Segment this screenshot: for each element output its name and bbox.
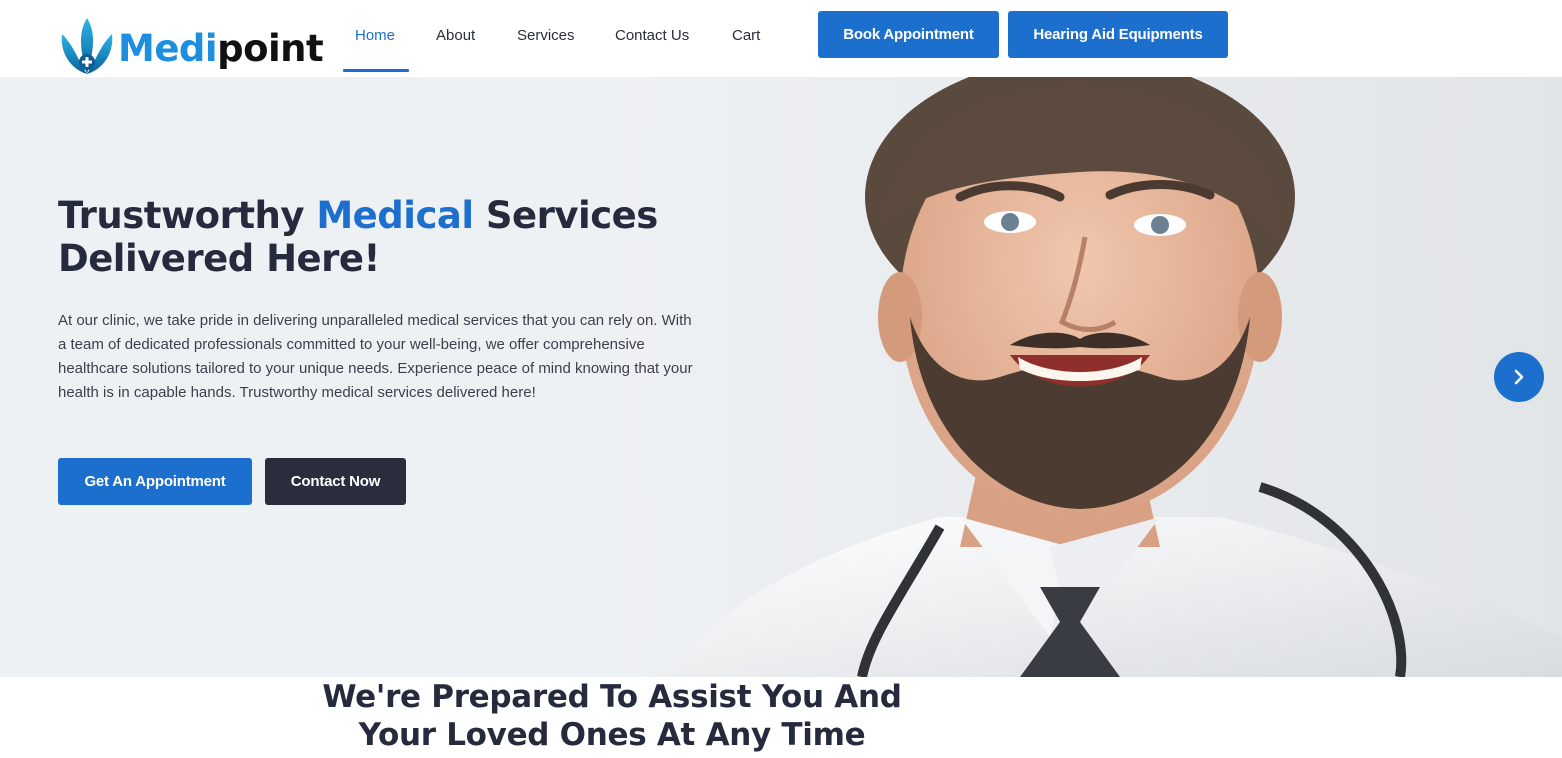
nav-home[interactable]: Home (355, 26, 395, 48)
hero-title-part1: Trustworthy (58, 194, 317, 237)
brand-name-part2: point (217, 27, 324, 70)
slider-next-button[interactable] (1494, 352, 1544, 402)
hero-section: Trustworthy Medical Services Delivered H… (0, 77, 1562, 677)
section-heading: We're Prepared To Assist You And Your Lo… (312, 678, 912, 754)
doctor-photo (600, 77, 1562, 677)
nav-active-indicator (343, 69, 409, 72)
contact-now-button[interactable]: Contact Now (265, 458, 406, 505)
hearing-aid-equipments-button[interactable]: Hearing Aid Equipments (1008, 11, 1228, 58)
nav-services[interactable]: Services (517, 26, 575, 48)
hero-title-accent: Medical (316, 194, 474, 237)
nav-about[interactable]: About (436, 26, 475, 48)
lotus-cross-icon (61, 18, 113, 74)
nav-cart[interactable]: Cart (732, 26, 760, 48)
hero-description: At our clinic, we take pride in deliveri… (58, 312, 693, 401)
brand-logo[interactable]: Medipoint (58, 14, 324, 78)
chevron-right-icon (1514, 369, 1524, 385)
hero-title: Trustworthy Medical Services Delivered H… (58, 194, 698, 280)
brand-name: Medipoint (118, 26, 324, 72)
section-heading-line2: Your Loved Ones At Any Time (358, 717, 866, 753)
get-appointment-button[interactable]: Get An Appointment (58, 458, 252, 505)
section-heading-line1: We're Prepared To Assist You And (322, 679, 902, 715)
site-header: Medipoint Home About Services Contact Us… (0, 0, 1562, 77)
nav-contact-us[interactable]: Contact Us (615, 26, 689, 48)
book-appointment-button[interactable]: Book Appointment (818, 11, 999, 58)
brand-name-part1: Medi (118, 27, 218, 70)
